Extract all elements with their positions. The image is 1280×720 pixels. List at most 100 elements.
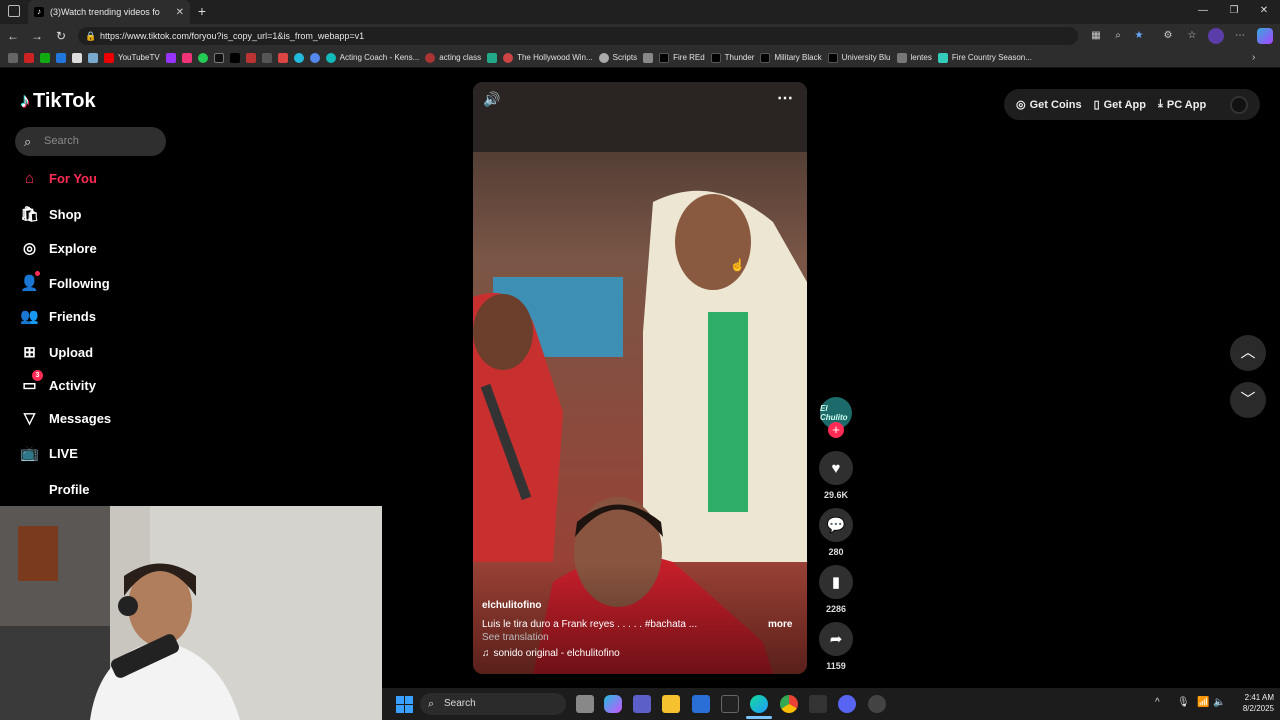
bookmark-icon[interactable]: [277, 52, 288, 63]
bookmark-icon[interactable]: [165, 52, 176, 63]
bookmark-icon[interactable]: [293, 52, 304, 63]
user-avatar[interactable]: [1230, 96, 1248, 114]
nav-upload[interactable]: ⊞ Upload: [20, 341, 93, 363]
discord-icon[interactable]: [838, 695, 856, 713]
bookmark-icon[interactable]: [261, 52, 272, 63]
taskbar-clock[interactable]: 2:41 AM 8/2/2025: [1228, 692, 1274, 714]
bookmark-item[interactable]: YouTubeTV: [104, 52, 160, 63]
bookmark-item[interactable]: Fire REd: [659, 52, 705, 63]
bookmark-icon[interactable]: [181, 52, 192, 63]
save-action[interactable]: ▮ 2286: [819, 565, 853, 614]
comment-action[interactable]: 💬 280: [819, 508, 853, 557]
bookmark-item[interactable]: Acting Coach - Kens...: [325, 52, 419, 63]
like-action[interactable]: ♥ 29.6K: [819, 451, 853, 500]
tray-overflow-icon[interactable]: ^: [1155, 697, 1160, 708]
nav-shop[interactable]: 🛍 Shop: [20, 203, 82, 225]
teams-icon[interactable]: [633, 695, 651, 713]
bookmark-icon[interactable]: [24, 52, 34, 63]
more-options-icon[interactable]: ⋯: [777, 88, 793, 108]
bookmark-icon[interactable]: [213, 52, 224, 63]
bookmarks-overflow-icon[interactable]: ›: [1252, 52, 1255, 63]
previous-video-button[interactable]: ︿: [1230, 335, 1266, 371]
store-icon[interactable]: [692, 695, 710, 713]
bookmark-icon[interactable]: [309, 52, 320, 63]
app-icon[interactable]: ▦: [1089, 29, 1103, 43]
get-app-button[interactable]: ▯ Get App: [1094, 98, 1146, 112]
volume-icon[interactable]: 🔊: [483, 91, 500, 108]
nav-friends[interactable]: 👥 Friends: [20, 305, 96, 327]
nav-label: Friends: [49, 308, 96, 324]
epic-games-icon[interactable]: [721, 695, 739, 713]
copilot-icon[interactable]: [1257, 28, 1273, 44]
caption-more-button[interactable]: more: [768, 619, 792, 630]
microphone-icon[interactable]: 🎙: [1177, 697, 1190, 708]
bookmark-item[interactable]: Scripts: [598, 52, 637, 63]
video-sound[interactable]: ♫ sonido original - elchulitofino: [482, 648, 620, 659]
task-view-icon[interactable]: [576, 695, 594, 713]
bookmark-icon[interactable]: [88, 52, 98, 63]
favorites-icon[interactable]: ☆: [1185, 29, 1199, 43]
bookmark-item[interactable]: lentes: [896, 52, 932, 63]
bookmark-item[interactable]: Military Black: [760, 52, 822, 63]
heart-icon: ♥: [819, 451, 853, 485]
bookmark-icon[interactable]: [643, 52, 654, 63]
nav-explore[interactable]: ◎ Explore: [20, 237, 97, 259]
search-input[interactable]: ⌕ Search: [15, 127, 166, 156]
chrome-icon[interactable]: [780, 695, 798, 713]
get-coins-button[interactable]: ◎ Get Coins: [1016, 98, 1082, 112]
refresh-button[interactable]: ↻: [53, 28, 69, 44]
bookmark-icon[interactable]: [56, 52, 66, 63]
zoom-icon[interactable]: ⌕: [1111, 29, 1125, 43]
nav-activity[interactable]: ▭ 3 Activity: [20, 369, 96, 396]
nav-live[interactable]: 📺 LIVE: [20, 442, 78, 464]
edge-icon[interactable]: [750, 695, 768, 713]
bookmark-icon[interactable]: [229, 52, 240, 63]
browser-profile-avatar[interactable]: [1208, 28, 1224, 44]
speaker-icon[interactable]: 🔈: [1213, 697, 1225, 708]
share-action[interactable]: ➦ 1159: [819, 622, 853, 671]
capcut-icon[interactable]: [809, 695, 827, 713]
favorite-star-icon[interactable]: ★: [1132, 29, 1146, 43]
nav-following[interactable]: 👤 Following: [20, 270, 110, 294]
windows-start-icon[interactable]: [396, 696, 413, 713]
bookmark-icon[interactable]: [197, 52, 208, 63]
copilot-taskbar-icon[interactable]: [604, 695, 622, 713]
forward-button[interactable]: →: [29, 28, 45, 44]
address-bar[interactable]: 🔒 https://www.tiktok.com/foryou?is_copy_…: [78, 27, 1078, 45]
close-tab-icon[interactable]: ✕: [176, 7, 184, 18]
follow-button[interactable]: +: [828, 422, 844, 438]
bookmark-icon[interactable]: [245, 52, 256, 63]
bookmark-item[interactable]: University Blu: [827, 52, 891, 63]
extensions-icon[interactable]: ⚙: [1161, 29, 1175, 43]
taskbar-search[interactable]: ⌕ Search: [420, 693, 566, 715]
new-tab-button[interactable]: +: [194, 3, 210, 19]
nav-for-you[interactable]: ⌂ For You: [20, 167, 97, 189]
see-translation-link[interactable]: See translation: [482, 632, 549, 643]
browser-tab[interactable]: ♪ (3)Watch trending videos fo ✕: [28, 0, 190, 24]
bookmark-item[interactable]: Thunder: [710, 52, 754, 63]
more-menu-icon[interactable]: ⋯: [1233, 29, 1247, 43]
mouse-cursor-icon: ☝: [730, 258, 745, 272]
nav-profile[interactable]: Profile: [20, 478, 89, 500]
bookmark-icon[interactable]: [72, 52, 82, 63]
video-username[interactable]: elchulitofino: [482, 600, 541, 611]
close-window-button[interactable]: ✕: [1254, 4, 1274, 18]
bookmark-icon[interactable]: [40, 52, 50, 63]
bookmark-item[interactable]: Fire Country Season...: [937, 52, 1032, 63]
wifi-icon[interactable]: 📶: [1197, 697, 1209, 708]
bookmark-item[interactable]: The Hollywood Win...: [503, 52, 593, 63]
video-player[interactable]: 🔊 ⋯ elchulitofino Luis le tira duro a Fr…: [473, 82, 807, 674]
app-icon[interactable]: [868, 695, 886, 713]
next-video-button[interactable]: ﹀: [1230, 382, 1266, 418]
tab-actions-icon[interactable]: [8, 5, 20, 17]
pc-app-button[interactable]: ⤓ PC App: [1158, 98, 1206, 111]
minimize-button[interactable]: —: [1193, 4, 1213, 18]
back-button[interactable]: ←: [5, 28, 21, 44]
bookmark-icon[interactable]: [487, 52, 498, 63]
nav-messages[interactable]: ▽ Messages: [20, 407, 111, 429]
bookmark-item[interactable]: acting class: [425, 52, 481, 63]
tiktok-logo[interactable]: ♪ TikTok: [20, 88, 96, 114]
bookmark-icon[interactable]: [8, 52, 18, 63]
restore-button[interactable]: ❐: [1224, 4, 1244, 18]
file-explorer-icon[interactable]: [662, 695, 680, 713]
